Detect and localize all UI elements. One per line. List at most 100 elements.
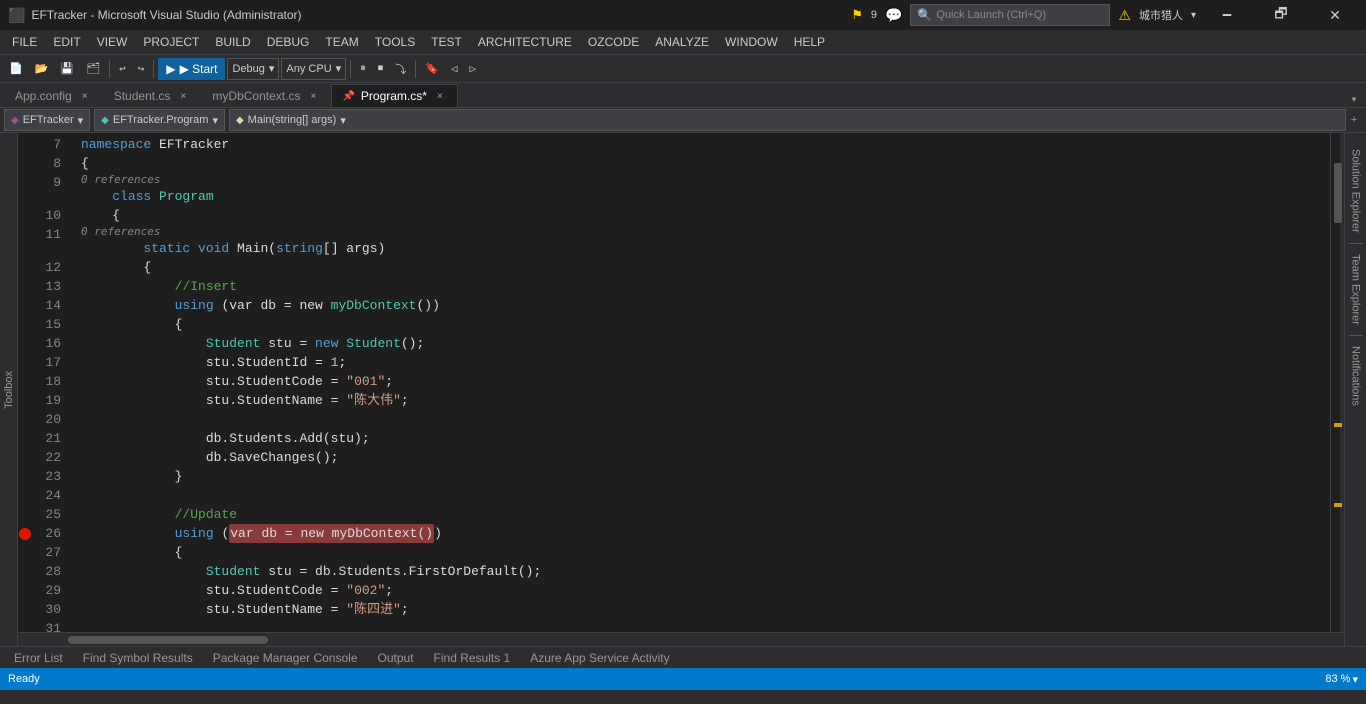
- menu-debug[interactable]: DEBUG: [259, 30, 318, 55]
- sidebar-notifications[interactable]: Notifications: [1348, 338, 1364, 414]
- debug-label: Debug: [232, 63, 264, 75]
- menu-test[interactable]: TEST: [423, 30, 470, 55]
- app-title: EFTracker - Microsoft Visual Studio (Adm…: [31, 8, 301, 22]
- menu-edit[interactable]: EDIT: [45, 30, 88, 55]
- nav-project-dropdown[interactable]: ◆ EFTracker ▾: [4, 109, 90, 131]
- bottom-tab-azure[interactable]: Azure App Service Activity: [520, 647, 679, 669]
- menu-window[interactable]: WINDOW: [717, 30, 786, 55]
- cpu-arrow: ▾: [336, 62, 342, 75]
- tab-student-close[interactable]: ×: [176, 89, 190, 103]
- toolbar-undo[interactable]: ↩: [114, 58, 131, 80]
- tab-mydbcontext-close[interactable]: ×: [306, 89, 320, 103]
- menu-view[interactable]: VIEW: [89, 30, 136, 55]
- code-line: Student stu = db.Students.FirstOrDefault…: [77, 562, 1330, 581]
- nav-method-dropdown[interactable]: ◆ Main(string[] args) ▾: [229, 109, 1346, 131]
- tab-student[interactable]: Student.cs ×: [103, 84, 202, 107]
- sidebar-sep-2: [1349, 335, 1363, 336]
- scroll-indicator: [1330, 133, 1344, 632]
- code-line: //Update: [77, 505, 1330, 524]
- quick-launch-box[interactable]: 🔍 Quick Launch (Ctrl+Q): [910, 4, 1110, 26]
- sidebar-team-explorer[interactable]: Team Explorer: [1348, 246, 1364, 333]
- menu-ozcode[interactable]: OZCODE: [580, 30, 647, 55]
- menu-tools[interactable]: TOOLS: [367, 30, 423, 55]
- nav-expand-button[interactable]: +: [1346, 114, 1362, 126]
- hscroll[interactable]: [18, 632, 1344, 646]
- toolbar-pause[interactable]: ⏸: [355, 58, 371, 80]
- bottom-tab-find-symbol[interactable]: Find Symbol Results: [73, 647, 203, 669]
- bottom-tab-error-list[interactable]: Error List: [4, 647, 73, 669]
- toolbox-label: Toolbox: [3, 371, 15, 409]
- toolbar-new[interactable]: 📄: [4, 58, 28, 80]
- cpu-label: Any CPU: [286, 63, 331, 75]
- toolbar-open[interactable]: 📂: [30, 58, 54, 80]
- nav-class-icon: ◆: [101, 115, 109, 126]
- hscroll-thumb[interactable]: [68, 636, 268, 644]
- start-button[interactable]: ▶ ▶ Start: [158, 58, 225, 80]
- code-line: stu.StudentCode = "002";: [77, 581, 1330, 600]
- status-left: Ready: [8, 673, 40, 685]
- ref-hint-9: 0 references: [77, 173, 1330, 187]
- indicator-8: [18, 154, 32, 173]
- nav-class-dropdown[interactable]: ◆ EFTracker.Program ▾: [94, 109, 225, 131]
- menu-team[interactable]: TEAM: [317, 30, 366, 55]
- tab-mydbcontext[interactable]: myDbContext.cs ×: [201, 84, 331, 107]
- debug-arrow: ▾: [269, 62, 275, 75]
- indicator-26: [18, 524, 32, 543]
- toolbar-sep-3: [350, 60, 351, 78]
- menu-file[interactable]: FILE: [4, 30, 45, 55]
- tab-program-label: Program.cs*: [361, 89, 427, 103]
- code-line: stu.StudentName = "陈四进";: [77, 600, 1330, 619]
- zoom-control[interactable]: 83 % ▾: [1325, 673, 1358, 686]
- menu-analyze[interactable]: ANALYZE: [647, 30, 717, 55]
- code-content[interactable]: namespace EFTracker{ 0 references class …: [77, 133, 1330, 632]
- tab-appconfig[interactable]: App.config ×: [4, 84, 103, 107]
- toolbar-save[interactable]: 💾: [55, 58, 79, 80]
- chat-icon: 💬: [885, 7, 902, 24]
- sidebar-solution-explorer[interactable]: Solution Explorer: [1348, 141, 1364, 241]
- selected-text: var db = new myDbContext(): [229, 524, 434, 543]
- status-ready: Ready: [8, 673, 40, 685]
- scroll-mark-1: [1334, 423, 1342, 427]
- restore-button[interactable]: 🗗: [1258, 0, 1304, 30]
- start-label: ▶ Start: [180, 62, 218, 76]
- debug-config-dropdown[interactable]: Debug ▾: [227, 58, 279, 80]
- zoom-value: 83 %: [1325, 673, 1350, 685]
- indicator-16: [18, 334, 32, 353]
- menu-build[interactable]: BUILD: [207, 30, 258, 55]
- toolbar-nav-back[interactable]: ◁: [446, 58, 463, 80]
- menu-architecture[interactable]: ARCHITECTURE: [470, 30, 580, 55]
- code-line: static void Main(string[] args): [77, 239, 1330, 258]
- cpu-dropdown[interactable]: Any CPU ▾: [281, 58, 346, 80]
- toolbox[interactable]: Toolbox: [0, 133, 18, 646]
- indicator-12: [18, 258, 32, 277]
- menu-project[interactable]: PROJECT: [135, 30, 207, 55]
- code-line: stu.StudentName = "陈大伟";: [77, 391, 1330, 410]
- toolbar-stop[interactable]: ⏹: [373, 58, 389, 80]
- toolbar-bookmark[interactable]: 🔖: [420, 58, 444, 80]
- toolbar-step-over[interactable]: ⤵: [390, 58, 411, 80]
- tab-program[interactable]: 📌 Program.cs* ×: [331, 84, 457, 107]
- tab-scroll-right[interactable]: ▾: [1346, 92, 1362, 107]
- indicator-17: [18, 353, 32, 372]
- code-line: {: [77, 543, 1330, 562]
- tab-strip: App.config × Student.cs × myDbContext.cs…: [0, 83, 1366, 108]
- toolbar-save-all[interactable]: 🗂: [81, 58, 105, 80]
- nav-project-icon: ◆: [11, 115, 19, 126]
- bottom-tab-package-manager[interactable]: Package Manager Console: [203, 647, 368, 669]
- tab-appconfig-close[interactable]: ×: [78, 89, 92, 103]
- bottom-tab-find-results[interactable]: Find Results 1: [424, 647, 521, 669]
- scroll-thumb[interactable]: [1334, 163, 1342, 223]
- code-line: Student stu = new Student();: [77, 334, 1330, 353]
- quick-launch-placeholder: Quick Launch (Ctrl+Q): [936, 9, 1046, 21]
- bottom-tab-output[interactable]: Output: [368, 647, 424, 669]
- toolbar-nav-fwd[interactable]: ▷: [465, 58, 482, 80]
- tab-program-close[interactable]: ×: [433, 89, 447, 103]
- nav-bar: ◆ EFTracker ▾ ◆ EFTracker.Program ▾ ◆ Ma…: [0, 108, 1366, 133]
- title-left: ⬛ EFTracker - Microsoft Visual Studio (A…: [8, 7, 302, 24]
- close-button[interactable]: ✕: [1312, 0, 1358, 30]
- minimize-button[interactable]: 🗕: [1204, 0, 1250, 30]
- menu-help[interactable]: HELP: [786, 30, 833, 55]
- indicator-31: [18, 619, 32, 632]
- indicator-18: [18, 372, 32, 391]
- toolbar-redo[interactable]: ↪: [133, 58, 150, 80]
